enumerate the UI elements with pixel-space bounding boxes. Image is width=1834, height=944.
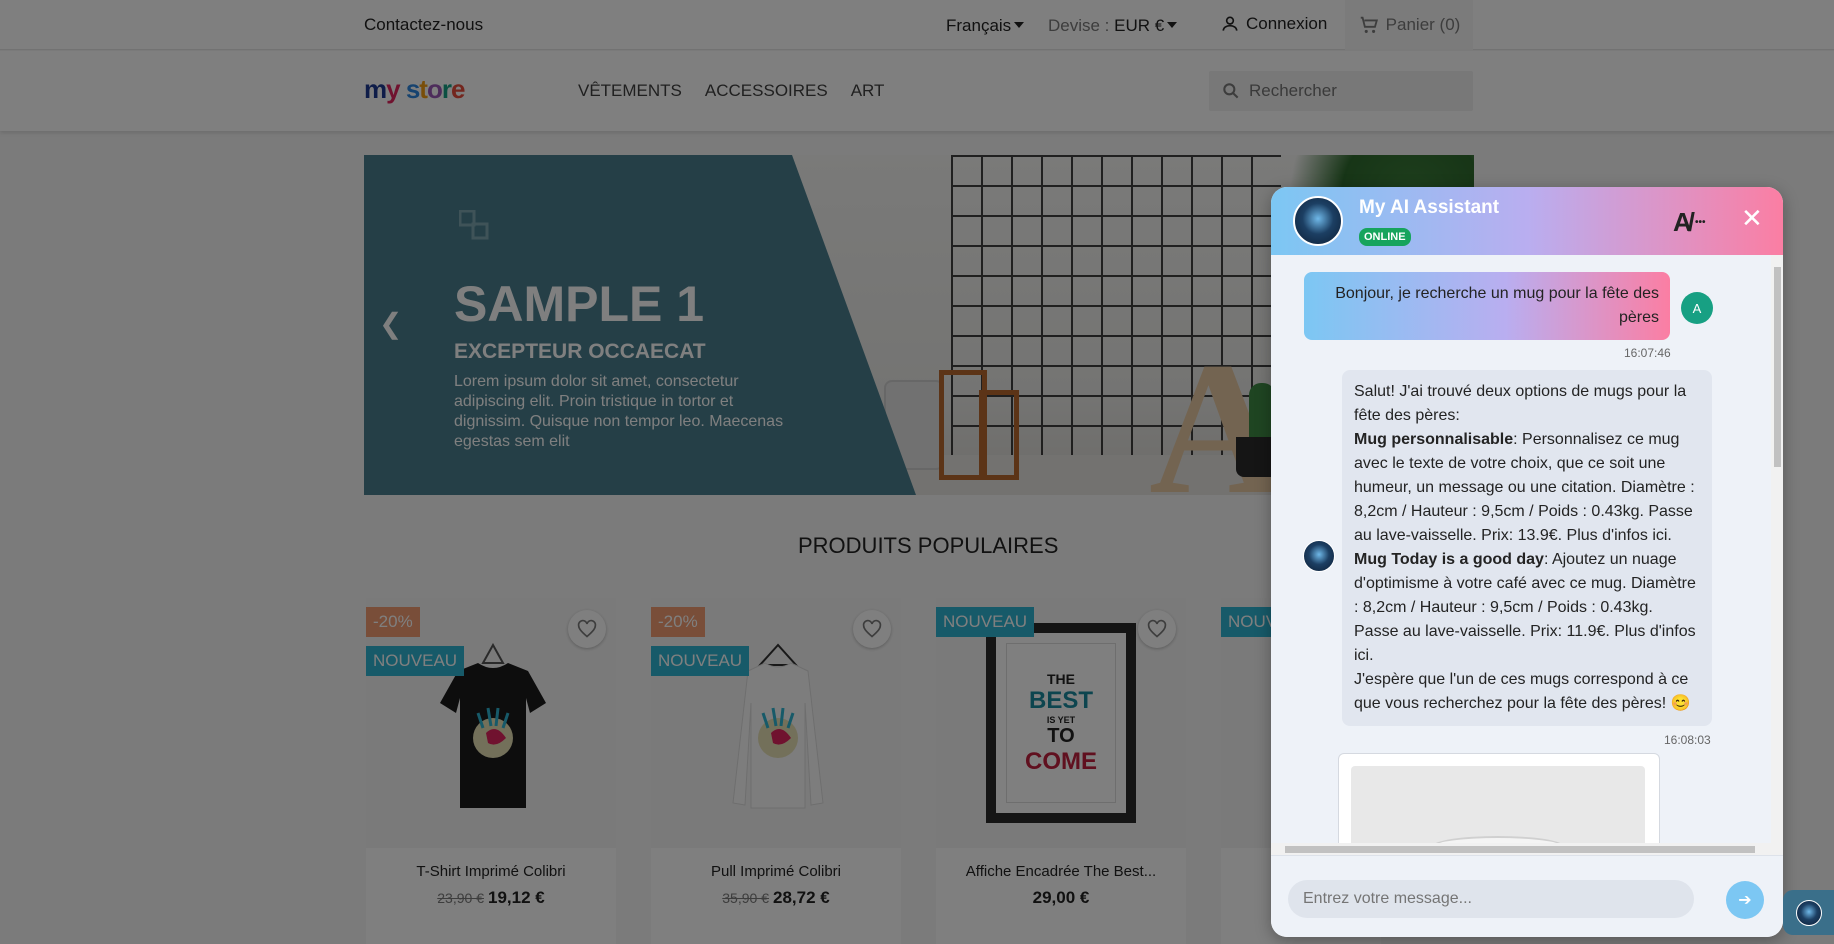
- chat-launcher-button[interactable]: [1783, 890, 1834, 935]
- vertical-scrollbar[interactable]: [1771, 255, 1783, 855]
- chat-widget: My AI Assistant ONLINE A/••• ✕ Bonjour, …: [1271, 187, 1783, 937]
- assistant-avatar-icon: [1795, 899, 1822, 926]
- arrow-right-icon: ➔: [1738, 892, 1752, 909]
- close-icon[interactable]: ✕: [1741, 203, 1763, 234]
- chat-header: My AI Assistant ONLINE A/••• ✕: [1271, 187, 1783, 255]
- bot-item: Mug personnalisable: Personnalisez ce mu…: [1354, 428, 1700, 548]
- send-button[interactable]: ➔: [1726, 881, 1764, 919]
- product-suggestion-card[interactable]: [1338, 753, 1660, 855]
- bot-intro: Salut! J'ai trouvé deux options de mugs …: [1354, 383, 1687, 424]
- assistant-message: Salut! J'ai trouvé deux options de mugs …: [1342, 370, 1712, 726]
- bot-outro: J'espère que l'un de ces mugs correspond…: [1354, 671, 1691, 712]
- user-avatar: A: [1681, 292, 1713, 324]
- brand-logo-icon: A/•••: [1673, 207, 1706, 237]
- chat-messages[interactable]: Bonjour, je recherche un mug pour la fêt…: [1271, 255, 1783, 855]
- user-message: Bonjour, je recherche un mug pour la fêt…: [1304, 272, 1670, 340]
- chat-title: My AI Assistant: [1359, 197, 1500, 218]
- bot-item-name: Mug Today is a good day: [1354, 551, 1544, 568]
- brand-logo-text: A: [1673, 207, 1692, 237]
- scrollbar-thumb[interactable]: [1774, 267, 1781, 467]
- message-timestamp: 16:08:03: [1664, 733, 1711, 747]
- assistant-message-avatar: [1303, 540, 1335, 572]
- chat-input-bar: ➔: [1271, 855, 1783, 937]
- bot-item: Mug Today is a good day: Ajoutez un nuag…: [1354, 548, 1700, 668]
- status-badge: ONLINE: [1359, 228, 1411, 246]
- bot-item-name: Mug personnalisable: [1354, 431, 1514, 448]
- message-input[interactable]: [1288, 880, 1694, 918]
- mug-image: [1351, 766, 1645, 855]
- assistant-avatar: [1293, 196, 1343, 246]
- scrollbar-thumb[interactable]: [1285, 846, 1755, 853]
- horizontal-scrollbar[interactable]: [1271, 843, 1771, 855]
- message-timestamp: 16:07:46: [1624, 346, 1671, 360]
